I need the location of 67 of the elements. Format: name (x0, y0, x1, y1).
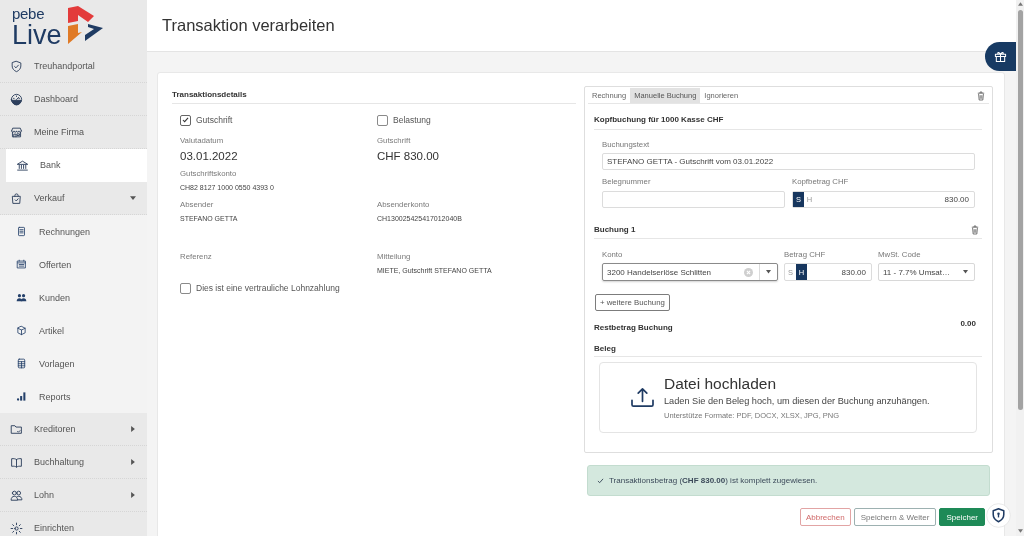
alert-message: Transaktionsbetrag (CHF 830.00) ist komplett zugewiesen. (609, 476, 818, 485)
gift-button[interactable] (985, 42, 1016, 71)
caret-down-icon[interactable] (766, 270, 771, 274)
sidebar-item[interactable]: Kunden (0, 281, 147, 314)
upload-description: Laden Sie den Beleg hoch, um diesen der Buchung anzuhängen. (664, 394, 930, 407)
sidebar-item[interactable]: Reports (0, 380, 147, 413)
cube-icon (16, 325, 27, 336)
bank-icon (16, 158, 29, 172)
sidebar-item[interactable]: Bank (6, 149, 147, 182)
calculator-icon (16, 358, 27, 369)
document-icon (16, 226, 27, 237)
logo-text: Live (12, 22, 62, 49)
folder-icon (10, 422, 23, 436)
checkmark-icon (182, 117, 189, 123)
save-button[interactable]: Speicher (939, 508, 985, 526)
remaining-value: 0.00 (960, 319, 976, 329)
caret-down-icon[interactable] (130, 195, 136, 201)
scrollbar[interactable] (1016, 0, 1024, 536)
sidebar-item[interactable]: Vorlagen (0, 347, 147, 380)
scroll-down-icon[interactable] (1017, 529, 1023, 533)
checkbox[interactable] (180, 282, 191, 294)
gauge-icon (10, 92, 23, 106)
save-continue-button[interactable]: Speichern & Weiter (853, 508, 937, 526)
vat-select[interactable]: 11 - 7.7% Umsat… (878, 263, 975, 281)
caret-down-icon[interactable] (963, 270, 968, 274)
checkbox-label: Gutschrift (196, 115, 233, 125)
checkbox[interactable] (180, 114, 191, 126)
users-icon (16, 292, 27, 303)
shopping-bag-icon (10, 191, 23, 205)
field-value: CHF 830.00 (377, 149, 440, 163)
people-icon (10, 488, 23, 502)
input-field[interactable]: STEFANO GETTA - Gutschrift vom 03.01.2022 (602, 153, 975, 170)
sidebar-item[interactable]: Offerten (0, 248, 147, 281)
remaining-label: Restbetrag Buchung (594, 322, 673, 334)
field-value: 03.01.2022 (180, 149, 239, 163)
cancel-button[interactable]: Abbrechen (799, 508, 851, 526)
shield-check-icon (10, 59, 23, 73)
input-field[interactable] (602, 191, 785, 208)
sidebar-item[interactable]: Rechnungen (0, 215, 147, 248)
book-icon (10, 455, 23, 469)
upload-title: Datei hochladen (664, 374, 778, 393)
section-title: Kopfbuchung für 1000 Kasse CHF (594, 114, 724, 126)
caret-right-icon[interactable] (130, 426, 136, 432)
trash-icon[interactable] (977, 90, 985, 101)
trash-icon[interactable] (971, 225, 979, 235)
storefront-icon (10, 125, 23, 139)
checkbox[interactable] (377, 114, 388, 126)
logo-text: pebe (12, 6, 46, 22)
sun-icon (10, 521, 23, 535)
sidebar-item[interactable]: Artikel (0, 314, 147, 347)
bar-chart-icon (16, 391, 27, 402)
caret-right-icon[interactable] (130, 459, 136, 465)
scrollbar-thumb[interactable] (1017, 10, 1023, 410)
checkbox-label: Dies ist eine vertrauliche Lohnzahlung (196, 283, 340, 293)
shield-icon[interactable] (986, 503, 1011, 528)
section-title: Beleg (594, 343, 616, 355)
section-title: Transaktionsdetails (172, 89, 576, 104)
gift-icon (994, 50, 1007, 63)
caret-right-icon[interactable] (130, 492, 136, 498)
upload-icon (630, 387, 655, 408)
account-select[interactable]: 3200 Handelserlöse Schlitten (602, 263, 778, 281)
calendar-icon (16, 259, 27, 270)
checkbox-label: Belastung (393, 115, 431, 125)
section-title: Buchung 1 (594, 224, 636, 236)
scroll-up-icon[interactable] (1017, 2, 1023, 6)
checkmark-icon (597, 477, 604, 484)
page-title: Transaktion verarbeiten (162, 15, 336, 35)
